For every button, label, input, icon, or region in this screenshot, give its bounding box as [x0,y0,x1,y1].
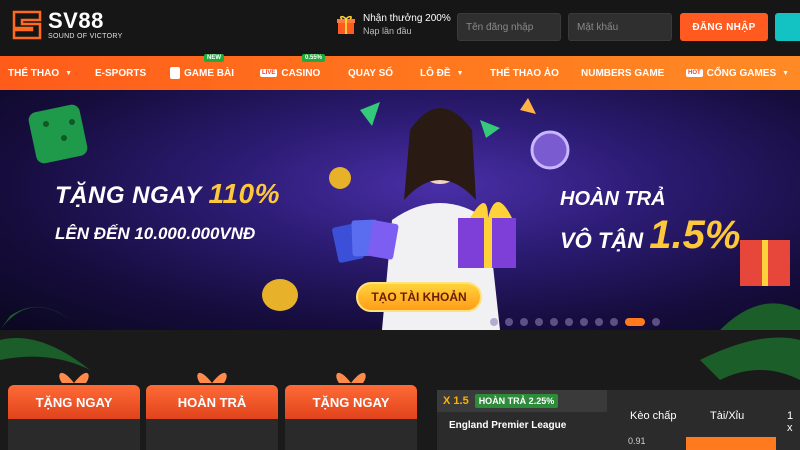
nav-item-lottery[interactable]: QUAY SỐ [348,56,393,90]
handicap-column-header: Kèo chấp [630,410,677,422]
nav-label: LÔ ĐỀ [420,67,451,79]
new-badge: NEW [204,54,224,62]
first-deposit-promo[interactable]: Nhận thưởng 200% Nạp lần đầu [337,12,451,38]
carousel-dot[interactable] [610,318,618,326]
carousel-dot[interactable] [565,318,573,326]
nav-label: THỂ THAO ẢO [490,67,559,79]
promo-card-title: TẶNG NGAY [285,385,417,419]
odds-header: X 1.5 HOÀN TRẢ 2.25% [437,390,607,412]
header: SV88 SOUND OF VICTORY Nhận thưởng 200% N… [0,0,800,56]
chevron-down-icon: ▼ [456,69,464,77]
logo-tagline: SOUND OF VICTORY [48,33,123,40]
ribbon-bow-icon [336,372,366,383]
gold-coin-icon [329,167,351,189]
promo-title: Nhận thưởng 200% [363,13,451,24]
carousel-dot[interactable] [580,318,588,326]
main-nav: THỂ THAO ▼ E-SPORTS NEW GAME BÀI 0.55% L… [0,54,800,90]
carousel-dot[interactable] [520,318,528,326]
nav-item-game-portal[interactable]: HOT CỔNG GAMES ▼ [686,56,789,90]
nav-label: GAME BÀI [184,67,234,79]
nav-label: CASINO [281,67,321,79]
bonus-percent: 110% [208,178,280,209]
rebate-badge: HOÀN TRẢ 2.25% [474,394,559,408]
carousel-dot[interactable] [652,318,660,326]
carousel-dot[interactable] [595,318,603,326]
nav-label: E-SPORTS [95,67,147,79]
carousel-dot[interactable] [625,318,645,326]
ribbon-bow-icon [59,372,89,383]
bonus-prefix: TẶNG NGAY [55,182,209,209]
rebate-badge: 0.55% [302,54,326,62]
welcome-bonus-text: TẶNG NGAY 110% LÊN ĐẾN 10.000.000VNĐ [55,178,280,244]
pine-branch-decoration [0,337,800,380]
password-input[interactable] [568,13,672,41]
promo-card-bonus[interactable]: TẶNG NGAY [8,372,140,450]
league-name[interactable]: England Premier League [449,420,566,431]
rebate-line1: HOÀN TRẢ [560,188,666,210]
nav-item-casino[interactable]: 0.55% LIVE CASINO [260,54,326,90]
odds-value[interactable]: 0.91 [628,436,646,446]
chevron-down-icon: ▼ [65,69,73,77]
poker-chip-icon [530,130,570,170]
live-tag: LIVE [260,69,278,77]
playing-card-icon [170,67,180,79]
hero-banner[interactable]: TẶNG NGAY 110% LÊN ĐẾN 10.000.000VNĐ HOÀ… [0,90,800,330]
carousel-dot[interactable] [535,318,543,326]
over-under-column-header: Tài/Xỉu [710,410,745,422]
nav-item-sports[interactable]: THỂ THAO ▼ [8,56,72,90]
carousel-dot[interactable] [490,318,498,326]
carousel-dots [490,318,660,326]
nav-item-lode[interactable]: LÔ ĐỀ ▼ [420,56,464,90]
nav-item-card-games[interactable]: NEW GAME BÀI [170,54,234,90]
promo-card-title: TẶNG NGAY [8,385,140,419]
carousel-dot[interactable] [505,318,513,326]
hot-tag: HOT [686,69,703,77]
gold-coin-icon [262,279,298,311]
green-dice-icon [28,104,88,164]
nav-item-esports[interactable]: E-SPORTS [95,56,146,90]
promo-card-title: HOÀN TRẢ [146,385,278,419]
rebate-prefix: VÔ TẬN [560,228,650,253]
1x2-column-header: 1 x [787,410,794,434]
rebate-percent: 1.5% [649,213,741,257]
promo-card-bonus-2[interactable]: TẶNG NGAY [285,372,417,450]
gift-icon [337,15,355,34]
sv88-homepage: SV88 SOUND OF VICTORY Nhận thưởng 200% N… [0,0,800,450]
nav-label: CỔNG GAMES [706,67,777,79]
bonus-max: LÊN ĐẾN 10.000.000VNĐ [55,224,256,243]
register-button[interactable] [775,13,800,41]
odds-cell[interactable] [686,437,776,450]
username-input[interactable] [457,13,561,41]
nav-item-numbers-game[interactable]: NUMBERS GAME [581,56,664,90]
carousel-dot[interactable] [550,318,558,326]
ribbon-bow-icon [197,372,227,383]
nav-label: QUAY SỐ [348,67,394,79]
logo[interactable]: SV88 SOUND OF VICTORY [10,8,123,42]
sv-logo-icon [12,10,42,40]
rebate-text: HOÀN TRẢ VÔ TẬN 1.5% [560,188,740,258]
nav-label: NUMBERS GAME [581,67,665,79]
promo-card-rebate[interactable]: HOÀN TRẢ [146,372,278,450]
nav-label: THỂ THAO [8,67,60,79]
login-button[interactable]: ĐĂNG NHẬP [680,13,768,41]
logo-name: SV88 [48,8,104,33]
nav-item-virtual-sports[interactable]: THỂ THAO ẢO [490,56,559,90]
promo-subtitle: Nạp lần đầu [363,26,412,36]
multiplier-badge: X 1.5 [443,395,469,407]
create-account-button[interactable]: TẠO TÀI KHOẢN [356,282,482,312]
chevron-down-icon: ▼ [782,69,790,77]
